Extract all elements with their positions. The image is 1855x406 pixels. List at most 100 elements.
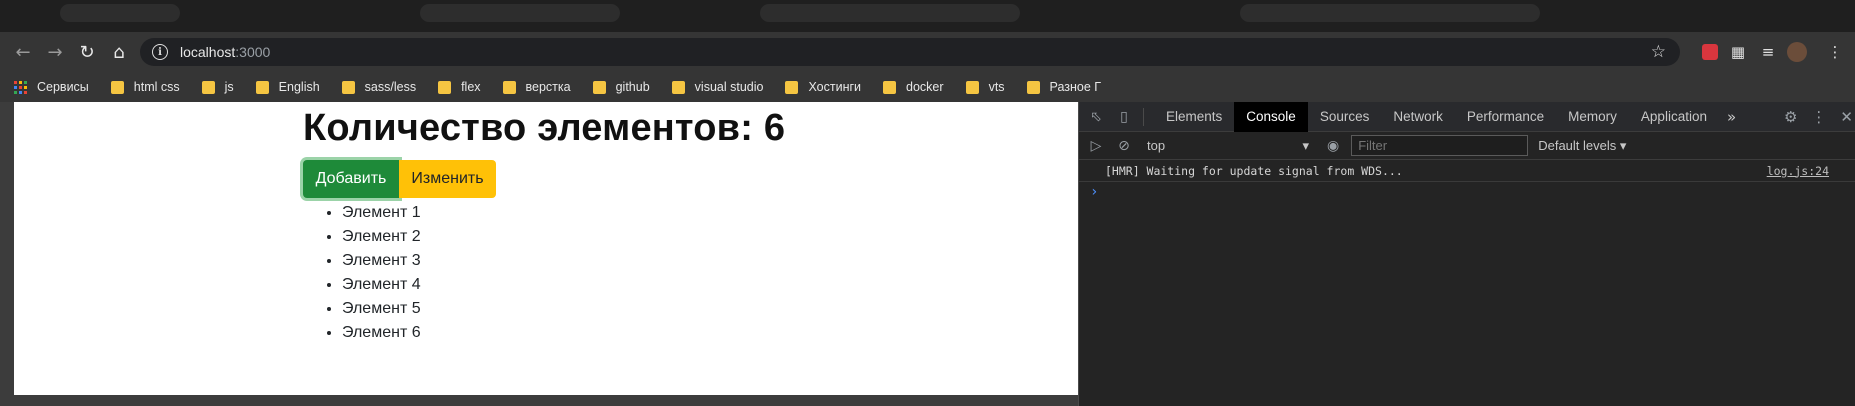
divider — [1143, 107, 1144, 126]
extension-red-icon[interactable] — [1700, 42, 1720, 62]
bookmark-label: html css — [133, 80, 180, 94]
folder-icon — [341, 80, 355, 94]
log-levels-label: Default levels — [1538, 137, 1617, 153]
bookmark-label: github — [615, 80, 650, 94]
window-bottom-edge — [0, 395, 1078, 406]
context-select[interactable]: top ▾ — [1143, 136, 1313, 156]
bookmark-label: Сервисы — [37, 80, 89, 94]
extensions-puzzle-icon[interactable]: ▦ — [1728, 42, 1748, 62]
tab-elements[interactable]: Elements — [1154, 102, 1234, 132]
clear-console-icon[interactable]: ⊘ — [1113, 135, 1135, 157]
console-prompt-icon[interactable]: › — [1079, 182, 1855, 202]
edit-button[interactable]: Изменить — [399, 160, 496, 198]
bookmark-item[interactable]: flex — [438, 80, 481, 94]
tab-blur — [1240, 4, 1540, 22]
device-toolbar-icon[interactable]: ▯ — [1113, 106, 1135, 128]
folder-icon — [110, 80, 124, 94]
console-toolbar: ▷ ⊘ top ▾ ◉ Default levels ▾ — [1079, 132, 1855, 160]
bookmark-label: English — [278, 80, 320, 94]
bookmark-item[interactable]: English — [255, 80, 320, 94]
bookmark-item[interactable]: Сервисы — [14, 80, 89, 94]
bookmark-item[interactable]: js — [201, 80, 234, 94]
list-item: Элемент 3 — [342, 249, 421, 273]
sidebar-toggle-icon[interactable]: ▷ — [1085, 135, 1107, 157]
bookmark-item[interactable]: Разное Г — [1026, 80, 1102, 94]
tab-blur — [760, 4, 1020, 22]
folder-icon — [671, 80, 685, 94]
devtools-actions: ⚙ ⋮ ✕ — [1770, 102, 1855, 132]
tab-sources[interactable]: Sources — [1308, 102, 1382, 132]
bookmark-label: верстка — [525, 80, 571, 94]
bookmark-label: Хостинги — [808, 80, 862, 94]
folder-icon — [201, 80, 215, 94]
bookmark-item[interactable]: vts — [965, 80, 1005, 94]
folder-icon — [592, 80, 606, 94]
profile-avatar[interactable] — [1787, 42, 1807, 62]
reload-icon[interactable]: ↻ — [74, 39, 100, 65]
tab-performance[interactable]: Performance — [1455, 102, 1556, 132]
bookmark-item[interactable]: верстка — [502, 80, 571, 94]
console-source-link[interactable]: log.js:24 — [1767, 164, 1829, 178]
list-item: Элемент 1 — [342, 201, 421, 225]
filter-input[interactable] — [1351, 135, 1529, 156]
bookmark-item[interactable]: docker — [883, 80, 944, 94]
tab-strip — [0, 0, 1855, 32]
more-tabs-icon[interactable]: » — [1719, 108, 1744, 126]
bookmark-label: docker — [906, 80, 944, 94]
bookmark-item[interactable]: Хостинги — [785, 80, 861, 94]
log-levels-dropdown[interactable]: Default levels ▾ — [1538, 138, 1626, 154]
inspect-element-icon[interactable]: ⬁ — [1085, 106, 1107, 128]
site-info-icon[interactable]: i — [152, 44, 168, 60]
items-list: Элемент 1 Элемент 2 Элемент 3 Элемент 4 … — [342, 201, 421, 345]
bookmark-star-icon[interactable]: ☆ — [1651, 42, 1666, 62]
devtools-panel: ⬁ ▯ Elements Console Sources Network Per… — [1078, 101, 1855, 406]
media-queue-icon[interactable]: ≡ — [1758, 42, 1778, 62]
list-item: Элемент 5 — [342, 297, 421, 321]
tab-application[interactable]: Application — [1629, 102, 1719, 132]
folder-icon — [883, 80, 897, 94]
folder-icon — [785, 80, 799, 94]
chevron-down-icon: ▾ — [1302, 137, 1309, 153]
add-button[interactable]: Добавить — [303, 160, 399, 198]
settings-gear-icon[interactable]: ⚙ — [1784, 108, 1797, 126]
bookmark-item[interactable]: github — [592, 80, 650, 94]
console-message: [HMR] Waiting for update signal from WDS… — [1079, 160, 1855, 182]
folder-icon — [255, 80, 269, 94]
bookmark-item[interactable]: html css — [110, 80, 180, 94]
address-bar[interactable]: i localhost:3000 ☆ — [140, 38, 1680, 66]
url-text[interactable]: localhost:3000 — [180, 44, 270, 60]
bookmark-label: visual studio — [694, 80, 764, 94]
back-icon[interactable]: ← — [10, 39, 36, 65]
apps-icon — [14, 80, 27, 94]
folder-icon — [1026, 80, 1040, 94]
folder-icon — [502, 80, 516, 94]
menu-dots-icon[interactable]: ⋮ — [1825, 42, 1845, 62]
bookmark-label: sass/less — [364, 80, 417, 94]
tab-network[interactable]: Network — [1381, 102, 1455, 132]
list-item: Элемент 6 — [342, 321, 421, 345]
bookmark-label: Разное Г — [1049, 80, 1102, 94]
list-item: Элемент 4 — [342, 273, 421, 297]
browser-toolbar: ← → ↻ ⌂ i localhost:3000 ☆ — [0, 32, 1855, 72]
bookmark-item[interactable]: sass/less — [341, 80, 417, 94]
bookmark-label: vts — [988, 80, 1005, 94]
tab-console[interactable]: Console — [1234, 101, 1308, 132]
bookmark-item[interactable]: visual studio — [671, 80, 764, 94]
bookmark-label: js — [224, 80, 234, 94]
forward-icon[interactable]: → — [42, 39, 68, 65]
list-item: Элемент 2 — [342, 225, 421, 249]
folder-icon — [438, 80, 452, 94]
tab-memory[interactable]: Memory — [1556, 102, 1629, 132]
home-icon[interactable]: ⌂ — [106, 39, 132, 65]
live-expression-eye-icon[interactable]: ◉ — [1327, 138, 1339, 154]
page-viewport: Количество элементов: 6 Добавить Изменит… — [14, 102, 1078, 395]
close-icon[interactable]: ✕ — [1840, 108, 1853, 126]
bookmarks-bar: Сервисы html css js English sass/less flex вер… — [0, 72, 1855, 102]
console-message-text: [HMR] Waiting for update signal from WDS… — [1105, 163, 1403, 178]
tab-blur — [60, 4, 180, 22]
context-value: top — [1147, 138, 1166, 153]
tab-blur — [420, 4, 620, 22]
bookmark-label: flex — [461, 80, 481, 94]
folder-icon — [965, 80, 979, 94]
devtools-menu-icon[interactable]: ⋮ — [1811, 108, 1826, 126]
